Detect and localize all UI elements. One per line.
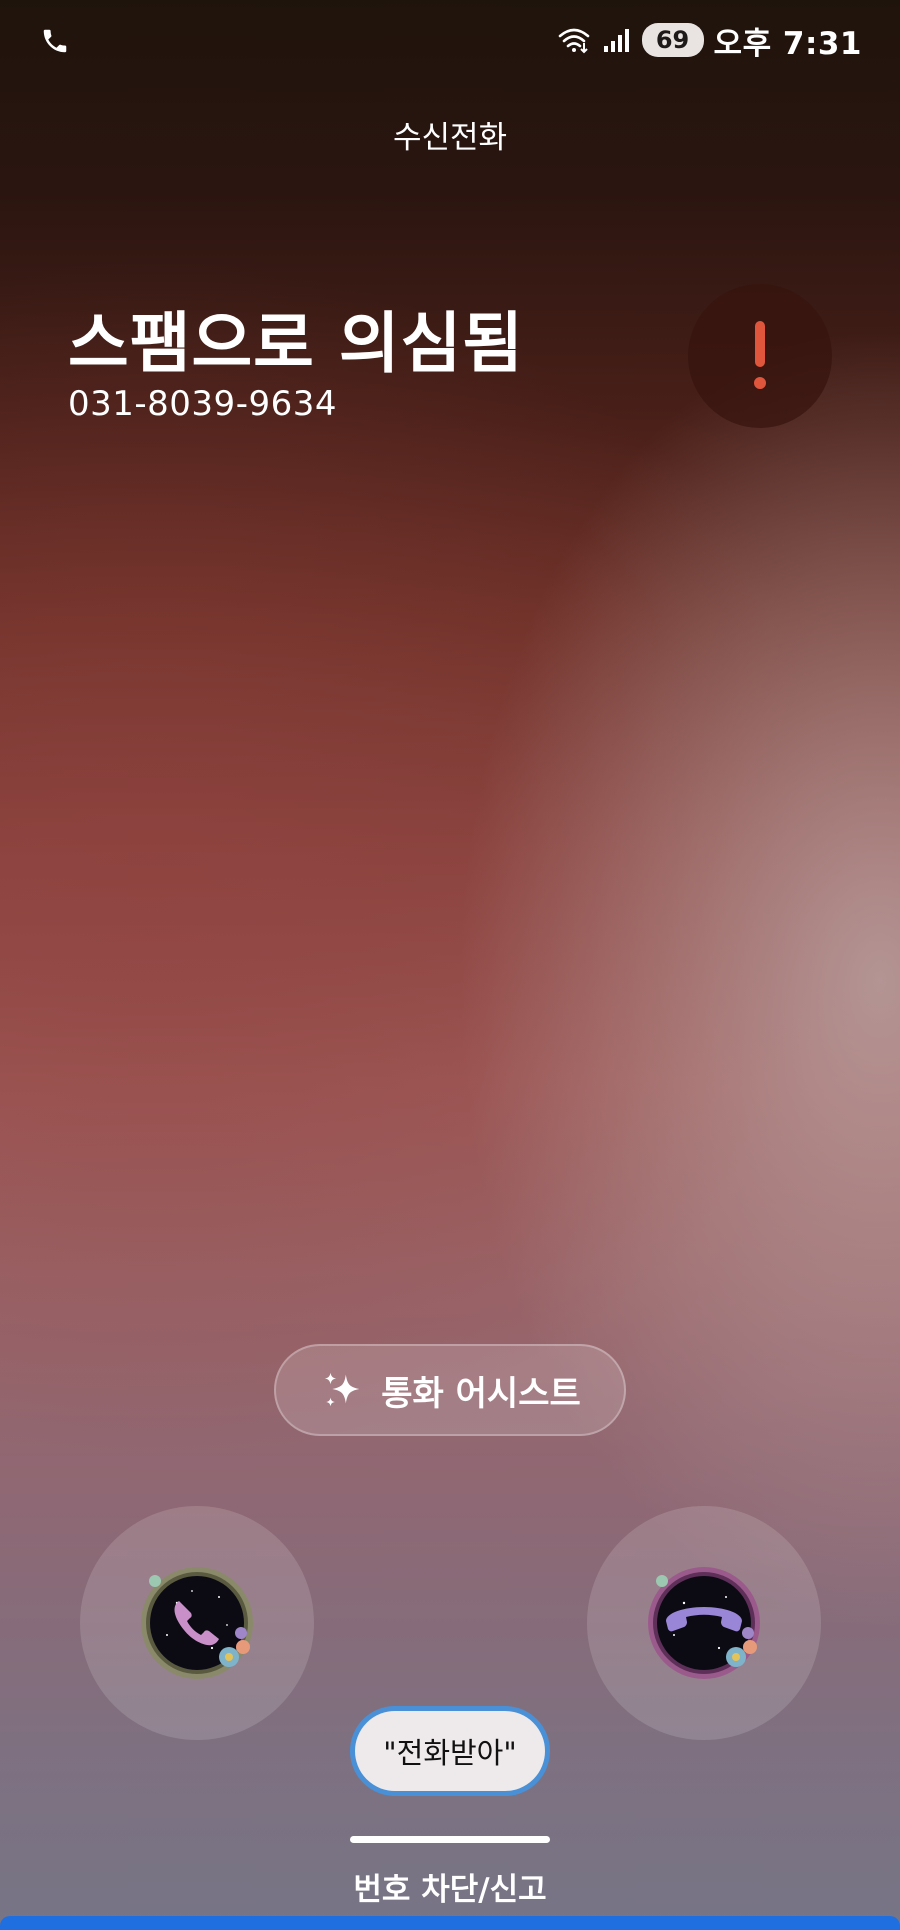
- signal-icon: [603, 29, 629, 52]
- caller-number: 031-8039-9634: [68, 384, 337, 424]
- phone-accept-icon: [137, 1563, 257, 1683]
- wifi-icon: [558, 28, 589, 54]
- swipe-handle[interactable]: [350, 1836, 550, 1843]
- battery-indicator: 69: [641, 23, 704, 57]
- status-indicators: 69 오후 7:31: [558, 18, 862, 62]
- phone-decline-icon: [644, 1563, 764, 1683]
- voice-command-chip[interactable]: "전화받아": [350, 1706, 550, 1796]
- decline-call-button[interactable]: [587, 1506, 821, 1740]
- block-report-button[interactable]: 번호 차단/신고: [0, 1864, 900, 1909]
- caller-name: 스팸으로 의심됨: [68, 305, 525, 382]
- exclamation-icon: [753, 321, 767, 391]
- call-type-label: 수신전화: [392, 120, 508, 156]
- call-assist-button[interactable]: 통화 어시스트: [274, 1344, 626, 1436]
- status-bar: 69 오후 7:31: [0, 0, 900, 80]
- bottom-accent-strip: [0, 1916, 900, 1930]
- call-assist-label: 통화 어시스트: [381, 1373, 581, 1414]
- sparkle-icon: [324, 1372, 360, 1407]
- accept-call-button[interactable]: [80, 1506, 314, 1740]
- phone-icon: [43, 29, 67, 53]
- spam-alert-badge[interactable]: [688, 284, 832, 428]
- status-time: 오후 7:31: [713, 25, 862, 62]
